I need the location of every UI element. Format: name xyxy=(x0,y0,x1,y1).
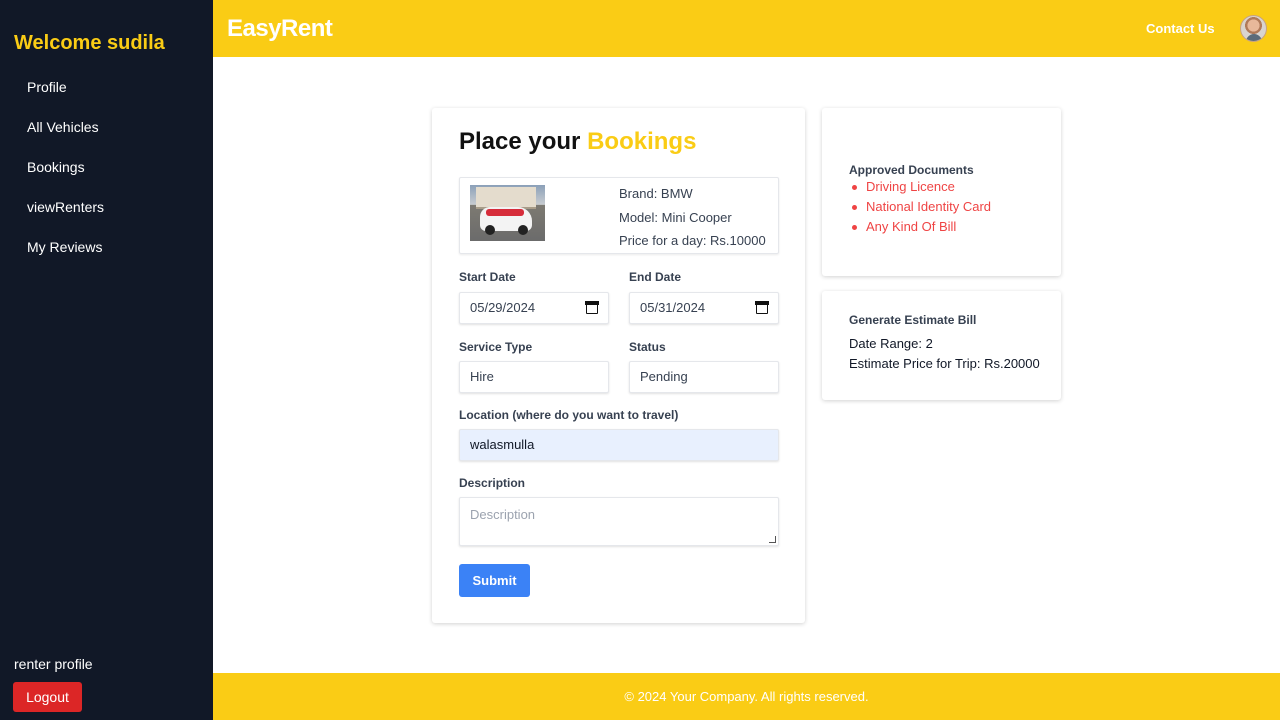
description-placeholder: Description xyxy=(470,507,536,522)
approved-documents-heading: Approved Documents xyxy=(849,163,974,177)
description-textarea[interactable]: Description xyxy=(459,497,779,546)
date-range-text: Date Range: 2 xyxy=(849,336,933,351)
end-date-value: 05/31/2024 xyxy=(640,300,706,315)
title-prefix: Place your xyxy=(459,128,581,155)
list-item: Driving Licence xyxy=(849,178,991,198)
footer: © 2024 Your Company. All rights reserved… xyxy=(213,673,1280,720)
brand-logo[interactable]: EasyRent xyxy=(227,15,333,43)
end-date-label: End Date xyxy=(629,270,682,284)
sidebar-nav: Profile All Vehicles Bookings viewRenter… xyxy=(27,78,104,278)
status-input[interactable]: Pending xyxy=(629,361,779,393)
location-input[interactable]: walasmulla xyxy=(459,429,779,461)
renter-profile-label: renter profile xyxy=(14,656,93,672)
estimate-price-text: Estimate Price for Trip: Rs.20000 xyxy=(849,356,1040,371)
start-date-label: Start Date xyxy=(459,270,516,284)
resize-handle-icon[interactable] xyxy=(769,536,776,543)
footer-copyright: © 2024 Your Company. All rights reserved… xyxy=(624,689,869,704)
page-title: Place your Bookings xyxy=(459,128,696,156)
top-header: EasyRent Contact Us xyxy=(213,0,1280,57)
submit-button[interactable]: Submit xyxy=(459,564,530,597)
description-label: Description xyxy=(459,476,526,490)
booking-form-card: Place your Bookings Brand: BMW Model: Mi… xyxy=(432,108,805,623)
vehicle-summary: Brand: BMW Model: Mini Cooper Price for … xyxy=(459,177,779,254)
calendar-icon[interactable] xyxy=(585,301,599,314)
vehicle-model: Model: Mini Cooper xyxy=(619,209,732,225)
vehicle-info: Brand: BMW Model: Mini Cooper Price for … xyxy=(619,185,766,256)
calendar-icon[interactable] xyxy=(755,301,769,314)
sidebar: Welcome sudila Profile All Vehicles Book… xyxy=(0,0,213,720)
location-label: Location (where do you want to travel) xyxy=(459,408,679,422)
list-item: National Identity Card xyxy=(849,198,991,218)
service-type-value: Hire xyxy=(470,369,494,384)
avatar[interactable] xyxy=(1240,15,1267,42)
end-date-input[interactable]: 05/31/2024 xyxy=(629,292,779,324)
service-type-input[interactable]: Hire xyxy=(459,361,609,393)
vehicle-brand: Brand: BMW xyxy=(619,186,693,201)
sidebar-item-view-renters[interactable]: viewRenters xyxy=(27,198,104,238)
title-highlight: Bookings xyxy=(587,128,697,155)
vehicle-price: Price for a day: Rs.10000 xyxy=(619,233,766,248)
location-value: walasmulla xyxy=(470,437,535,452)
sidebar-item-all-vehicles[interactable]: All Vehicles xyxy=(27,118,104,158)
status-label: Status xyxy=(629,340,666,354)
contact-us-link[interactable]: Contact Us xyxy=(1146,21,1215,36)
estimate-heading: Generate Estimate Bill xyxy=(849,313,977,327)
logout-button[interactable]: Logout xyxy=(13,682,82,712)
estimate-bill-card: Generate Estimate Bill Date Range: 2 Est… xyxy=(822,291,1061,400)
sidebar-item-profile[interactable]: Profile xyxy=(27,78,104,118)
status-value: Pending xyxy=(640,369,688,384)
documents-list: Driving Licence National Identity Card A… xyxy=(849,178,991,238)
start-date-input[interactable]: 05/29/2024 xyxy=(459,292,609,324)
vehicle-image xyxy=(470,185,545,241)
sidebar-item-my-reviews[interactable]: My Reviews xyxy=(27,238,104,278)
approved-documents-card: Approved Documents Driving Licence Natio… xyxy=(822,108,1061,276)
sidebar-item-bookings[interactable]: Bookings xyxy=(27,158,104,198)
start-date-value: 05/29/2024 xyxy=(470,300,536,315)
service-type-label: Service Type xyxy=(459,340,533,354)
list-item: Any Kind Of Bill xyxy=(849,218,991,238)
welcome-title: Welcome sudila xyxy=(14,32,165,54)
